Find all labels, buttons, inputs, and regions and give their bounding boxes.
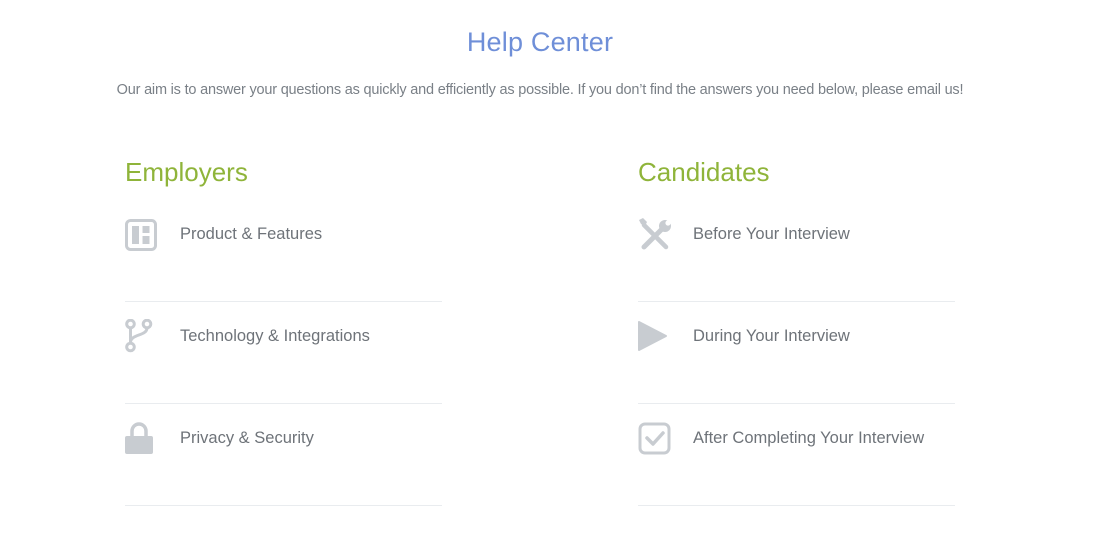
page-subtitle: Our aim is to answer your questions as q… xyxy=(116,82,964,98)
code-fork-icon xyxy=(125,319,153,353)
help-link-label: Technology & Integrations xyxy=(180,327,370,345)
lock-icon xyxy=(125,422,153,454)
help-link-label: Privacy & Security xyxy=(180,429,314,447)
play-icon xyxy=(638,321,667,351)
help-link-privacy-security[interactable]: Privacy & Security xyxy=(125,403,442,506)
help-link-product-features[interactable]: Product & Features xyxy=(125,199,442,302)
checkbox-icon xyxy=(638,422,671,455)
help-link-label: During Your Interview xyxy=(693,327,850,345)
help-link-after-interview[interactable]: After Completing Your Interview xyxy=(638,403,955,506)
employers-heading: Employers xyxy=(125,157,248,187)
wrench-screwdriver-icon xyxy=(639,218,671,250)
help-link-before-interview[interactable]: Before Your Interview xyxy=(638,199,955,302)
help-link-label: After Completing Your Interview xyxy=(693,429,925,447)
help-link-label: Product & Features xyxy=(180,225,323,243)
help-link-during-interview[interactable]: During Your Interview xyxy=(638,301,955,404)
candidates-heading: Candidates xyxy=(638,157,770,187)
page-title: Help Center xyxy=(466,27,614,57)
dashboard-icon xyxy=(125,219,157,251)
help-link-label: Before Your Interview xyxy=(693,225,850,243)
help-link-technology-integrations[interactable]: Technology & Integrations xyxy=(125,301,442,404)
